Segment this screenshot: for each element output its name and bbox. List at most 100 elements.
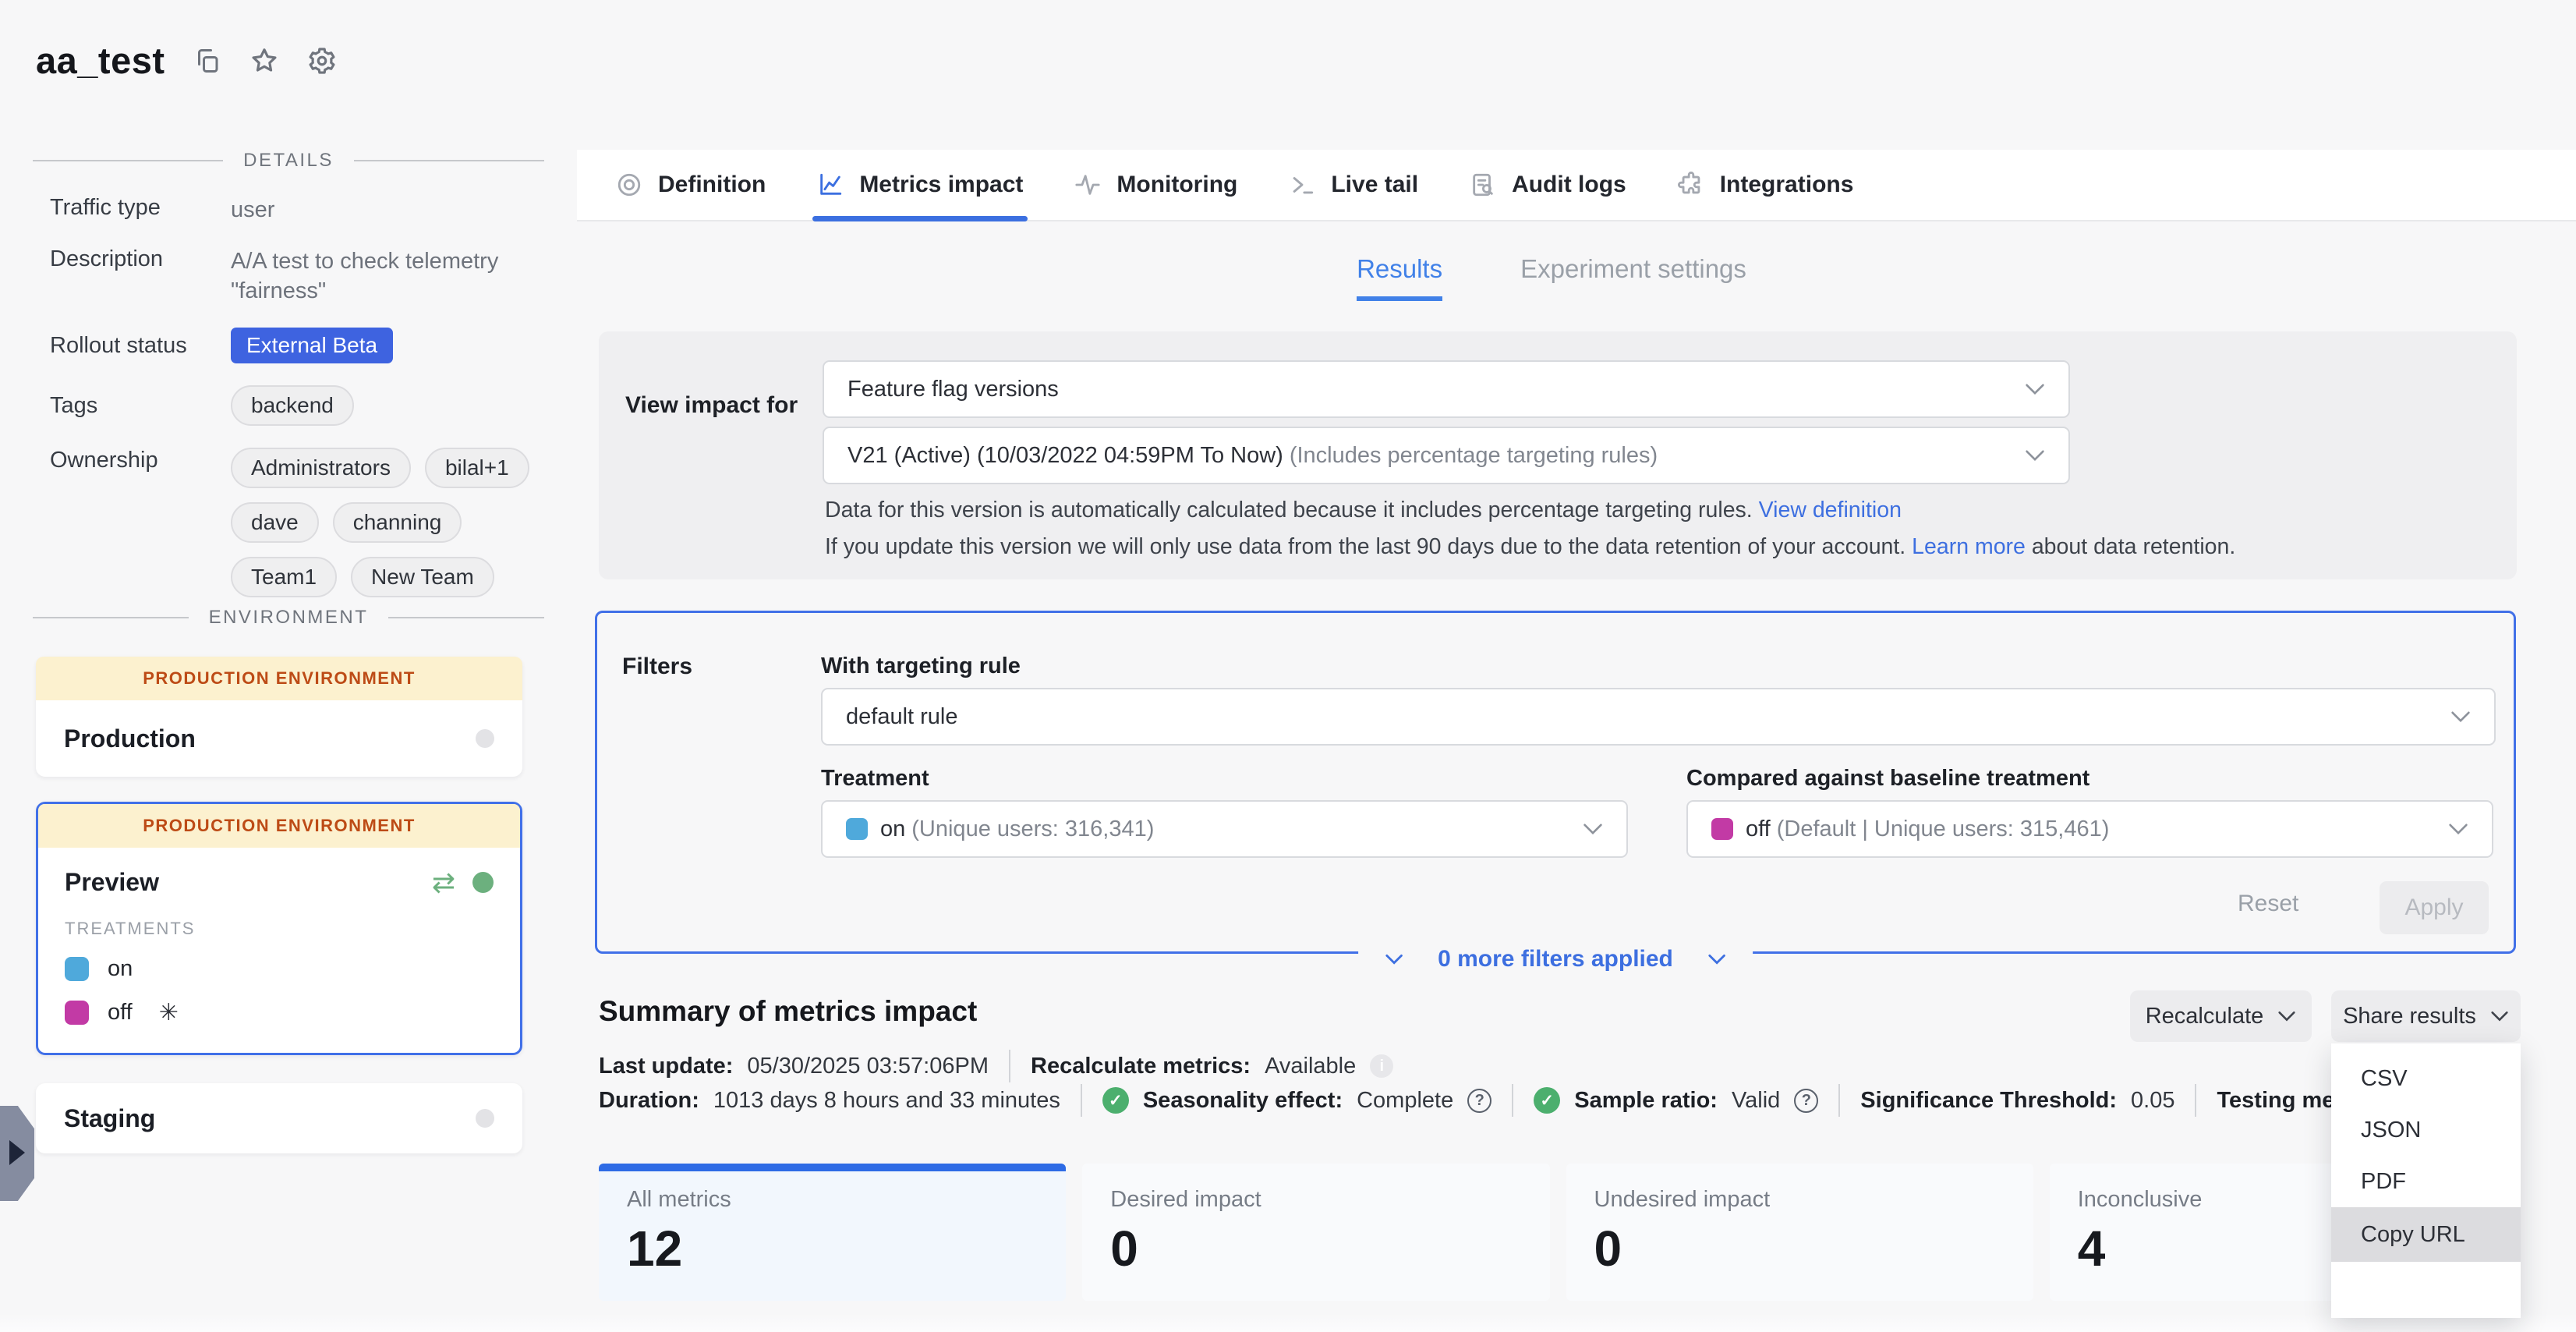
metric-card-label: All metrics bbox=[627, 1187, 1038, 1213]
summary-status-line-2: Duration: 1013 days 8 hours and 33 minut… bbox=[599, 1084, 2445, 1117]
environment-card-staging[interactable]: Staging bbox=[36, 1083, 522, 1153]
metric-card-label: Desired impact bbox=[1110, 1187, 1521, 1213]
environment-section-divider: ENVIRONMENT bbox=[33, 607, 544, 629]
description-label: Description bbox=[50, 246, 231, 306]
audit-log-icon bbox=[1470, 172, 1496, 198]
auto-calc-note: Data for this version is automatically c… bbox=[825, 498, 1902, 523]
copy-icon[interactable] bbox=[193, 47, 221, 75]
info-icon[interactable]: i bbox=[1370, 1054, 1393, 1078]
metric-card-label: Undesired impact bbox=[1594, 1187, 2005, 1213]
sidebar: aa_test DETAILS Traffic type user Descri… bbox=[0, 0, 577, 1332]
menu-item-csv[interactable]: CSV bbox=[2331, 1053, 2521, 1104]
view-impact-panel: View impact for Feature flag versions V2… bbox=[599, 331, 2517, 579]
share-results-button[interactable]: Share results bbox=[2331, 990, 2521, 1042]
targeting-rule-dropdown[interactable]: default rule bbox=[821, 688, 2496, 746]
last-update-value: 05/30/2025 03:57:06PM bbox=[747, 1054, 989, 1079]
view-definition-link[interactable]: View definition bbox=[1759, 498, 1902, 523]
version-type-dropdown[interactable]: Feature flag versions bbox=[823, 360, 2070, 418]
help-icon[interactable]: ? bbox=[1467, 1089, 1491, 1113]
puzzle-icon bbox=[1678, 172, 1704, 198]
owner-pill[interactable]: Administrators bbox=[231, 448, 411, 488]
check-circle-icon: ✓ bbox=[1534, 1087, 1560, 1114]
duration-label: Duration: bbox=[599, 1088, 699, 1114]
chevron-down-icon bbox=[2277, 1011, 2296, 1022]
more-filters-toggle[interactable]: 0 more filters applied bbox=[1358, 946, 1753, 972]
main-content: Definition Metrics impact Monitoring Liv… bbox=[577, 0, 2576, 1332]
tab-definition[interactable]: Definition bbox=[616, 150, 766, 220]
version-dropdown[interactable]: V21 (Active) (10/03/2022 04:59PM To Now)… bbox=[823, 427, 2070, 484]
treatment-detail: (Unique users: 316,341) bbox=[911, 817, 1154, 842]
treatment-item-on: on bbox=[65, 956, 494, 982]
chevron-right-icon bbox=[9, 1140, 25, 1165]
learn-more-link[interactable]: Learn more bbox=[1912, 534, 2026, 559]
details-panel: Traffic type user Description A/A test t… bbox=[50, 195, 540, 619]
chevron-down-icon bbox=[2025, 449, 2045, 462]
environment-card-preview[interactable]: PRODUCTION ENVIRONMENT Preview ⇄ TREATME… bbox=[36, 802, 522, 1055]
tab-label: Audit logs bbox=[1512, 172, 1626, 198]
reset-button[interactable]: Reset bbox=[2238, 891, 2298, 917]
chevron-down-icon bbox=[2448, 823, 2468, 835]
menu-item-json[interactable]: JSON bbox=[2331, 1104, 2521, 1156]
check-circle-icon: ✓ bbox=[1102, 1087, 1129, 1114]
tab-metrics-impact[interactable]: Metrics impact bbox=[817, 150, 1023, 220]
owner-pill[interactable]: channing bbox=[333, 502, 462, 543]
environment-card-production[interactable]: PRODUCTION ENVIRONMENT Production bbox=[36, 657, 522, 777]
share-results-menu: CSV JSON PDF Copy URL bbox=[2331, 1043, 2521, 1318]
tab-label: Metrics impact bbox=[859, 172, 1023, 198]
menu-item-pdf[interactable]: PDF bbox=[2331, 1156, 2521, 1207]
subtab-experiment-settings[interactable]: Experiment settings bbox=[1520, 254, 1746, 301]
subtab-results[interactable]: Results bbox=[1357, 254, 1442, 301]
owner-pill[interactable]: New Team bbox=[351, 557, 494, 597]
tab-integrations[interactable]: Integrations bbox=[1678, 150, 1854, 220]
treatment-dropdown[interactable]: on (Unique users: 316,341) bbox=[821, 800, 1628, 858]
chevron-down-icon bbox=[1707, 954, 1726, 965]
baseline-dropdown[interactable]: off (Default | Unique users: 315,461) bbox=[1686, 800, 2493, 858]
sample-ratio-label: Sample ratio: bbox=[1574, 1088, 1718, 1114]
rollout-status-row: Rollout status External Beta bbox=[50, 328, 540, 363]
sample-ratio-value: Valid bbox=[1732, 1088, 1780, 1114]
share-results-button-label: Share results bbox=[2343, 1004, 2476, 1029]
treatment-swatch-off bbox=[1711, 818, 1733, 840]
gear-icon[interactable] bbox=[307, 46, 337, 76]
treatment-swatch-on bbox=[846, 818, 868, 840]
star-icon[interactable] bbox=[249, 46, 279, 76]
menu-item-copy-url[interactable]: Copy URL bbox=[2331, 1207, 2521, 1262]
retention-note-text: If you update this version we will only … bbox=[825, 534, 1905, 559]
view-impact-label: View impact for bbox=[625, 392, 798, 419]
production-environment-banner: PRODUCTION ENVIRONMENT bbox=[36, 657, 522, 700]
results-subtabs: Results Experiment settings bbox=[577, 254, 2526, 301]
target-icon bbox=[616, 172, 642, 198]
treatment-name: off bbox=[108, 1000, 133, 1026]
divider bbox=[2195, 1084, 2196, 1117]
version-note: (Includes percentage targeting rules) bbox=[1290, 443, 1658, 469]
metric-card-desired-impact[interactable]: Desired impact 0 bbox=[1082, 1164, 1549, 1301]
owner-pill[interactable]: bilal+1 bbox=[425, 448, 529, 488]
tab-monitoring[interactable]: Monitoring bbox=[1074, 150, 1237, 220]
tab-label: Integrations bbox=[1720, 172, 1854, 198]
page-header: aa_test bbox=[36, 39, 337, 82]
metric-card-all-metrics[interactable]: All metrics 12 bbox=[599, 1164, 1066, 1301]
details-section-divider: DETAILS bbox=[33, 150, 544, 172]
owner-pill[interactable]: Team1 bbox=[231, 557, 337, 597]
tab-live-tail[interactable]: Live tail bbox=[1289, 150, 1418, 220]
status-dot-green bbox=[472, 872, 494, 893]
targeting-rule-label: With targeting rule bbox=[821, 654, 1021, 679]
treatment-swatch-off bbox=[65, 1001, 89, 1025]
tag-pill[interactable]: backend bbox=[231, 385, 354, 426]
sidebar-collapse-handle[interactable] bbox=[0, 1106, 34, 1201]
help-icon[interactable]: ? bbox=[1794, 1089, 1818, 1113]
seasonality-value: Complete bbox=[1357, 1088, 1453, 1114]
status-dot-gray bbox=[476, 1109, 494, 1128]
production-environment-banner: PRODUCTION ENVIRONMENT bbox=[38, 804, 520, 848]
apply-button[interactable]: Apply bbox=[2380, 881, 2489, 934]
details-section-label: DETAILS bbox=[243, 150, 334, 172]
tab-audit-logs[interactable]: Audit logs bbox=[1470, 150, 1626, 220]
metric-card-undesired-impact[interactable]: Undesired impact 0 bbox=[1566, 1164, 2033, 1301]
environment-section-label: ENVIRONMENT bbox=[209, 607, 369, 629]
status-dot-gray bbox=[476, 729, 494, 748]
recalculate-button[interactable]: Recalculate bbox=[2130, 990, 2312, 1042]
treatment-item-off: off ✳ bbox=[65, 999, 494, 1026]
owner-pill[interactable]: dave bbox=[231, 502, 319, 543]
environment-name-staging: Staging bbox=[64, 1104, 155, 1133]
rollout-status-badge[interactable]: External Beta bbox=[231, 328, 393, 363]
